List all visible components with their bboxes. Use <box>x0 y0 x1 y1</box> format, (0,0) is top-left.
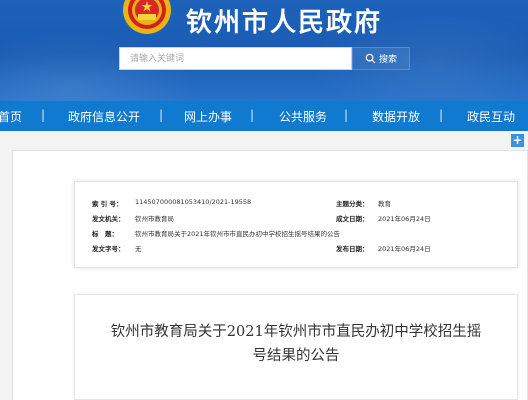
doc-number-label: 发文字号： <box>92 245 125 253</box>
title-value: 钦州市教育局关于2021年钦州市市直民办初中学校招生摇号结果的公告 <box>135 230 341 238</box>
main-nav: 首页 | 政府信息公开 | 网上办事 | 公共服务 | 数据开放 | 政民互动 <box>0 101 528 131</box>
nav-item-home[interactable]: 首页 <box>0 108 22 125</box>
national-emblem-icon <box>123 0 171 34</box>
plus-icon[interactable]: + <box>511 134 524 147</box>
topic-value: 教育 <box>378 200 391 208</box>
published-date-label: 发布日期： <box>336 245 369 253</box>
published-date-value: 2021年06月24日 <box>378 245 431 253</box>
nav-item-open-data[interactable]: 数据开放 <box>372 108 420 125</box>
title-label: 标 题： <box>92 230 118 238</box>
site-title: 钦州市人民政府 <box>186 8 383 38</box>
index-value: 11450700008105341​0/2021-19558 <box>135 198 252 206</box>
article-title-line-2: 号结果的公告 <box>252 348 340 364</box>
nav-separator: | <box>159 108 164 122</box>
page-gutter <box>0 150 12 400</box>
site-header: 钦州市人民政府 搜索 <box>0 0 528 101</box>
nav-item-interaction[interactable]: 政民互动 <box>467 108 515 125</box>
nav-item-public-services[interactable]: 公共服务 <box>279 108 327 125</box>
topic-label: 主题分类： <box>336 200 369 208</box>
created-date-value: 2021年06月24日 <box>378 215 431 223</box>
created-date-label: 成文日期： <box>336 215 369 223</box>
document-metadata-panel: 索 引 号： 11450700008105341​0/2021-19558 主题… <box>74 181 518 268</box>
index-label: 索 引 号： <box>92 200 123 208</box>
article-title-line-1: 钦州市教育局关于2021年钦州市市直民办初中学校招生摇 <box>110 324 482 340</box>
search-icon <box>365 53 376 64</box>
search-button[interactable]: 搜索 <box>352 47 410 70</box>
nav-separator: | <box>439 108 444 122</box>
search-button-label: 搜索 <box>378 55 397 65</box>
nav-separator: | <box>41 108 46 122</box>
search-input[interactable] <box>119 47 352 70</box>
doc-number-value: 无 <box>135 245 142 253</box>
article-title: 钦州市教育局关于2021年钦州市市直民办初中学校招生摇 号结果的公告 <box>95 320 497 368</box>
issuer-label: 发文机关： <box>92 215 125 223</box>
nav-separator: | <box>344 108 349 122</box>
nav-item-gov-info[interactable]: 政府信息公开 <box>68 108 140 125</box>
nav-separator: | <box>250 108 255 122</box>
nav-item-online-services[interactable]: 网上办事 <box>184 108 232 125</box>
issuer-value: 钦州市教育局 <box>135 215 174 223</box>
